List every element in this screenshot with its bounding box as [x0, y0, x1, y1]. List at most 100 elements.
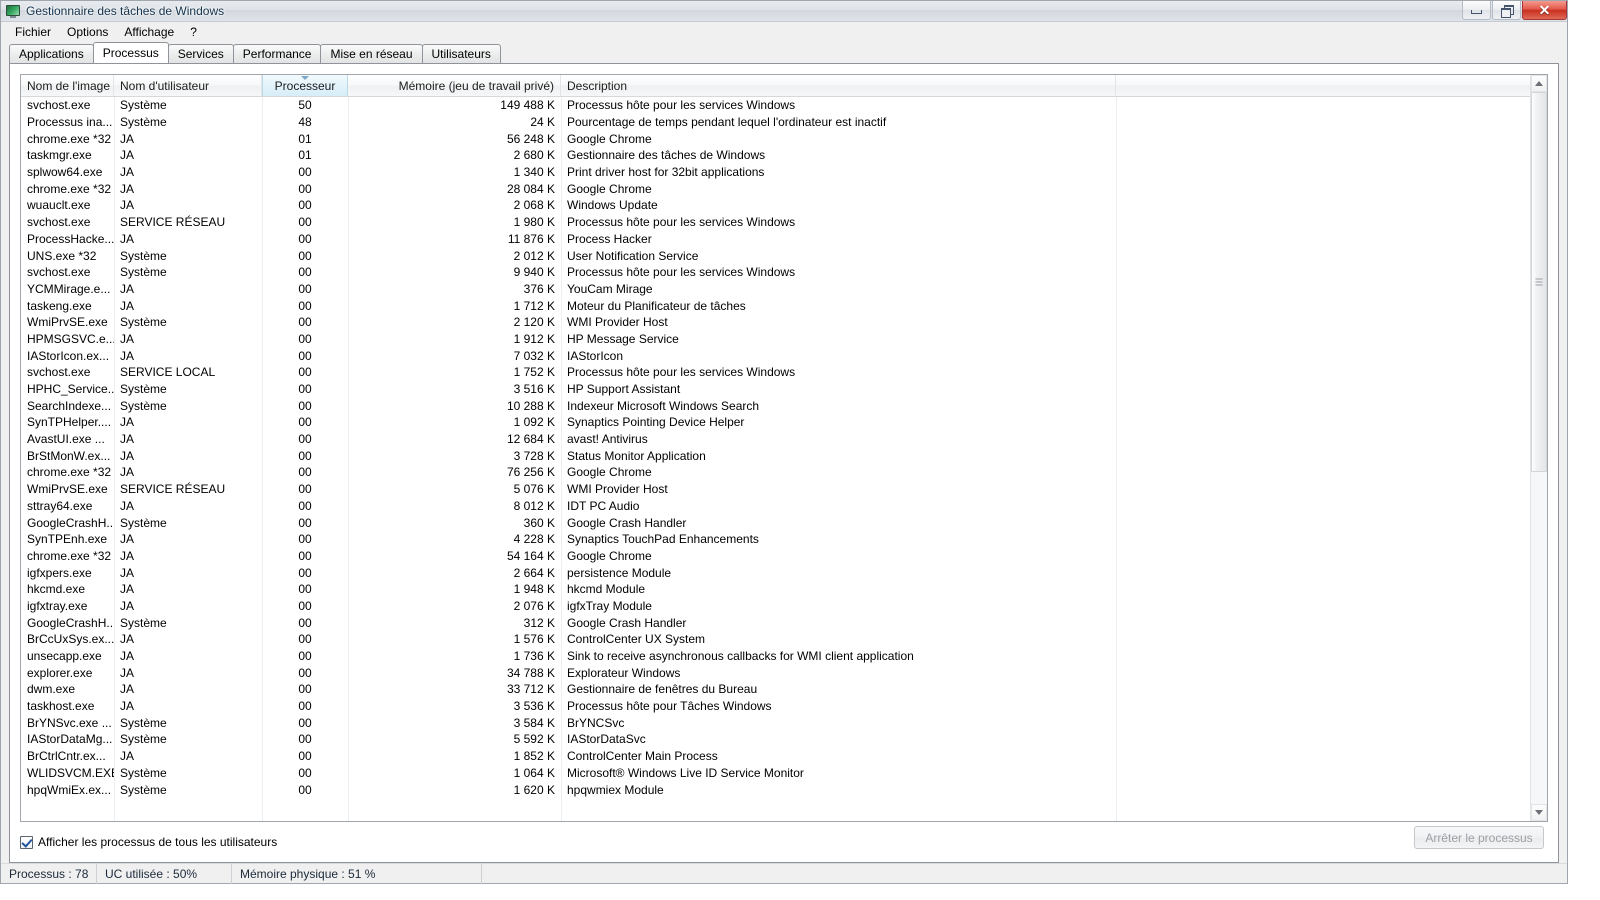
cell-filler: [1116, 97, 1547, 114]
table-row[interactable]: hkcmd.exe JA 00 1 948 K hkcmd Module: [21, 581, 1547, 598]
cell-cpu: 00: [298, 565, 312, 580]
vertical-scrollbar[interactable]: [1530, 75, 1547, 821]
cell-desc: Windows Update: [567, 198, 658, 213]
table-row[interactable]: taskeng.exe JA 00 1 712 K Moteur du Planific…: [21, 297, 1547, 314]
cell-desc: Gestionnaire des tâches de Windows: [567, 148, 766, 163]
cell-name: UNS.exe *32: [27, 248, 97, 263]
show-all-users-checkbox[interactable]: [20, 835, 33, 849]
process-rows[interactable]: svchost.exe Système 50 149 488 K Processus h…: [21, 97, 1547, 821]
cell-user: JA: [120, 298, 135, 313]
table-row[interactable]: Processus ina... Système 48 24 K Pourcentage…: [21, 114, 1547, 131]
tab-mise-en-reseau[interactable]: Mise en réseau: [320, 44, 423, 63]
table-row[interactable]: GoogleCrashH... Système 00 360 K Google Cras…: [21, 514, 1547, 531]
table-row[interactable]: WLIDSVCM.EXE Système 00 1 064 K Microsoft® W…: [21, 765, 1547, 782]
column-header-image-name[interactable]: Nom de l'image: [21, 75, 114, 96]
cell-cpu: 00: [298, 465, 312, 480]
table-row[interactable]: BrYNSvc.exe ... Système 00 3 584 K BrYNCSvc: [21, 714, 1547, 731]
menu-item-affichage[interactable]: Affichage: [116, 23, 182, 41]
table-row[interactable]: svchost.exe Système 50 149 488 K Processus h…: [21, 97, 1547, 114]
column-header-memory[interactable]: Mémoire (jeu de travail privé): [348, 75, 561, 96]
scrollbar-track[interactable]: [1531, 92, 1547, 804]
table-row[interactable]: igfxpers.exe JA 00 2 664 K persistence Modul…: [21, 564, 1547, 581]
table-row[interactable]: BrCtrlCntr.ex... JA 00 1 852 K ControlCenter…: [21, 748, 1547, 765]
cell-user: JA: [120, 465, 135, 480]
table-row[interactable]: SearchIndexe... Système 00 10 288 K Indexeur…: [21, 397, 1547, 414]
table-row[interactable]: hpqWmiEx.ex... Système 00 1 620 K hpqwmiex M…: [21, 781, 1547, 798]
menu-item-help[interactable]: ?: [182, 23, 205, 41]
close-button[interactable]: ✕: [1522, 1, 1567, 20]
cell-name: IAStorIcon.ex...: [27, 348, 110, 363]
tab-services[interactable]: Services: [167, 44, 234, 63]
restore-button[interactable]: [1492, 1, 1521, 20]
cell-cpu: 00: [298, 782, 312, 797]
table-row[interactable]: splwow64.exe JA 00 1 340 K Print driver host…: [21, 164, 1547, 181]
table-row[interactable]: YCMMirage.e... JA 00 376 K YouCam Mirage: [21, 281, 1547, 298]
table-row[interactable]: chrome.exe *32 JA 00 76 256 K Google Chrome: [21, 464, 1547, 481]
table-row[interactable]: igfxtray.exe JA 00 2 076 K igfxTray Module: [21, 598, 1547, 615]
cell-cpu: 00: [298, 398, 312, 413]
column-header-cpu[interactable]: Processeur: [262, 75, 348, 96]
cell-name: hkcmd.exe: [27, 582, 86, 597]
tab-applications[interactable]: Applications: [9, 44, 94, 63]
cell-user: JA: [120, 415, 135, 430]
scroll-down-button[interactable]: [1531, 804, 1547, 821]
table-row[interactable]: WmiPrvSE.exe Système 00 2 120 K WMI Provider…: [21, 314, 1547, 331]
cell-filler: [1116, 381, 1547, 398]
table-row[interactable]: chrome.exe *32 JA 01 56 248 K Google Chrome: [21, 130, 1547, 147]
table-row[interactable]: AvastUI.exe ... JA 00 12 684 K avast! Antivi…: [21, 431, 1547, 448]
tab-processus[interactable]: Processus: [92, 42, 169, 63]
tab-utilisateurs[interactable]: Utilisateurs: [421, 44, 501, 63]
scrollbar-thumb[interactable]: [1531, 92, 1547, 472]
cell-user: JA: [120, 649, 135, 664]
table-row[interactable]: BrCcUxSys.ex... JA 00 1 576 K ControlCenter …: [21, 631, 1547, 648]
table-row[interactable]: HPHC_Service... Système 00 3 516 K HP Suppor…: [21, 381, 1547, 398]
table-row[interactable]: sttray64.exe JA 00 8 012 K IDT PC Audio: [21, 498, 1547, 515]
cell-mem: 1 948 K: [513, 582, 555, 597]
table-row[interactable]: taskmgr.exe JA 01 2 680 K Gestionnaire des t…: [21, 147, 1547, 164]
table-row[interactable]: taskhost.exe JA 00 3 536 K Processus hôte po…: [21, 698, 1547, 715]
table-row[interactable]: svchost.exe Système 00 9 940 K Processus hôt…: [21, 264, 1547, 281]
cell-cpu: 00: [298, 415, 312, 430]
cell-filler: [1116, 180, 1547, 197]
table-row[interactable]: wuauclt.exe JA 00 2 068 K Windows Update: [21, 197, 1547, 214]
tab-performance[interactable]: Performance: [232, 44, 322, 63]
end-process-button[interactable]: Arrêter le processus: [1414, 826, 1544, 849]
cell-cpu: 00: [298, 298, 312, 313]
menu-item-fichier[interactable]: Fichier: [7, 23, 59, 41]
cell-user: SERVICE RÉSEAU: [120, 215, 226, 230]
minimize-button[interactable]: [1462, 1, 1491, 20]
table-row[interactable]: svchost.exe SERVICE LOCAL 00 1 752 K Process…: [21, 364, 1547, 381]
column-header-description[interactable]: Description: [561, 75, 1116, 96]
cell-filler: [1116, 114, 1547, 131]
table-row[interactable]: explorer.exe JA 00 34 788 K Explorateur Wind…: [21, 664, 1547, 681]
cell-user: Système: [120, 765, 167, 780]
title-bar[interactable]: Gestionnaire des tâches de Windows ✕: [1, 1, 1567, 22]
table-row[interactable]: BrStMonW.ex... JA 00 3 728 K Status Monitor …: [21, 447, 1547, 464]
cell-desc: WMI Provider Host: [567, 315, 668, 330]
table-row[interactable]: IAStorDataMg... Système 00 5 592 K IAStorDat…: [21, 731, 1547, 748]
table-row[interactable]: chrome.exe *32 JA 00 54 164 K Google Chrome: [21, 548, 1547, 565]
table-row[interactable]: unsecapp.exe JA 00 1 736 K Sink to receive a…: [21, 648, 1547, 665]
table-row[interactable]: GoogleCrashH... Système 00 312 K Google Cras…: [21, 614, 1547, 631]
cell-user: JA: [120, 448, 135, 463]
table-row[interactable]: IAStorIcon.ex... JA 00 7 032 K IAStorIcon: [21, 347, 1547, 364]
table-row[interactable]: SynTPEnh.exe JA 00 4 228 K Synaptics TouchPa…: [21, 531, 1547, 548]
table-row[interactable]: dwm.exe JA 00 33 712 K Gestionnaire de fenêt…: [21, 681, 1547, 698]
scroll-up-button[interactable]: [1531, 75, 1547, 92]
cell-filler: [1116, 681, 1547, 698]
table-row[interactable]: WmiPrvSE.exe SERVICE RÉSEAU 00 5 076 K WMI P…: [21, 481, 1547, 498]
cell-user: Système: [120, 515, 167, 530]
table-row[interactable]: chrome.exe *32 JA 00 28 084 K Google Chrome: [21, 180, 1547, 197]
cell-filler: [1116, 281, 1547, 298]
table-row[interactable]: SynTPHelper.... JA 00 1 092 K Synaptics Poin…: [21, 414, 1547, 431]
cell-mem: 2 068 K: [513, 198, 555, 213]
cell-mem: 1 064 K: [513, 765, 555, 780]
table-row[interactable]: UNS.exe *32 Système 00 2 012 K User Notifica…: [21, 247, 1547, 264]
table-row[interactable]: HPMSGSVC.e... JA 00 1 912 K HP Message Servi…: [21, 331, 1547, 348]
table-row[interactable]: ProcessHacke... JA 00 11 876 K Process Hacke…: [21, 231, 1547, 248]
menu-item-options[interactable]: Options: [59, 23, 116, 41]
cell-filler: [1116, 464, 1547, 481]
column-header-user-name[interactable]: Nom d'utilisateur: [114, 75, 262, 96]
show-all-users-checkbox-row[interactable]: Afficher les processus de tous les utili…: [20, 835, 277, 849]
table-row[interactable]: svchost.exe SERVICE RÉSEAU 00 1 980 K Proces…: [21, 214, 1547, 231]
